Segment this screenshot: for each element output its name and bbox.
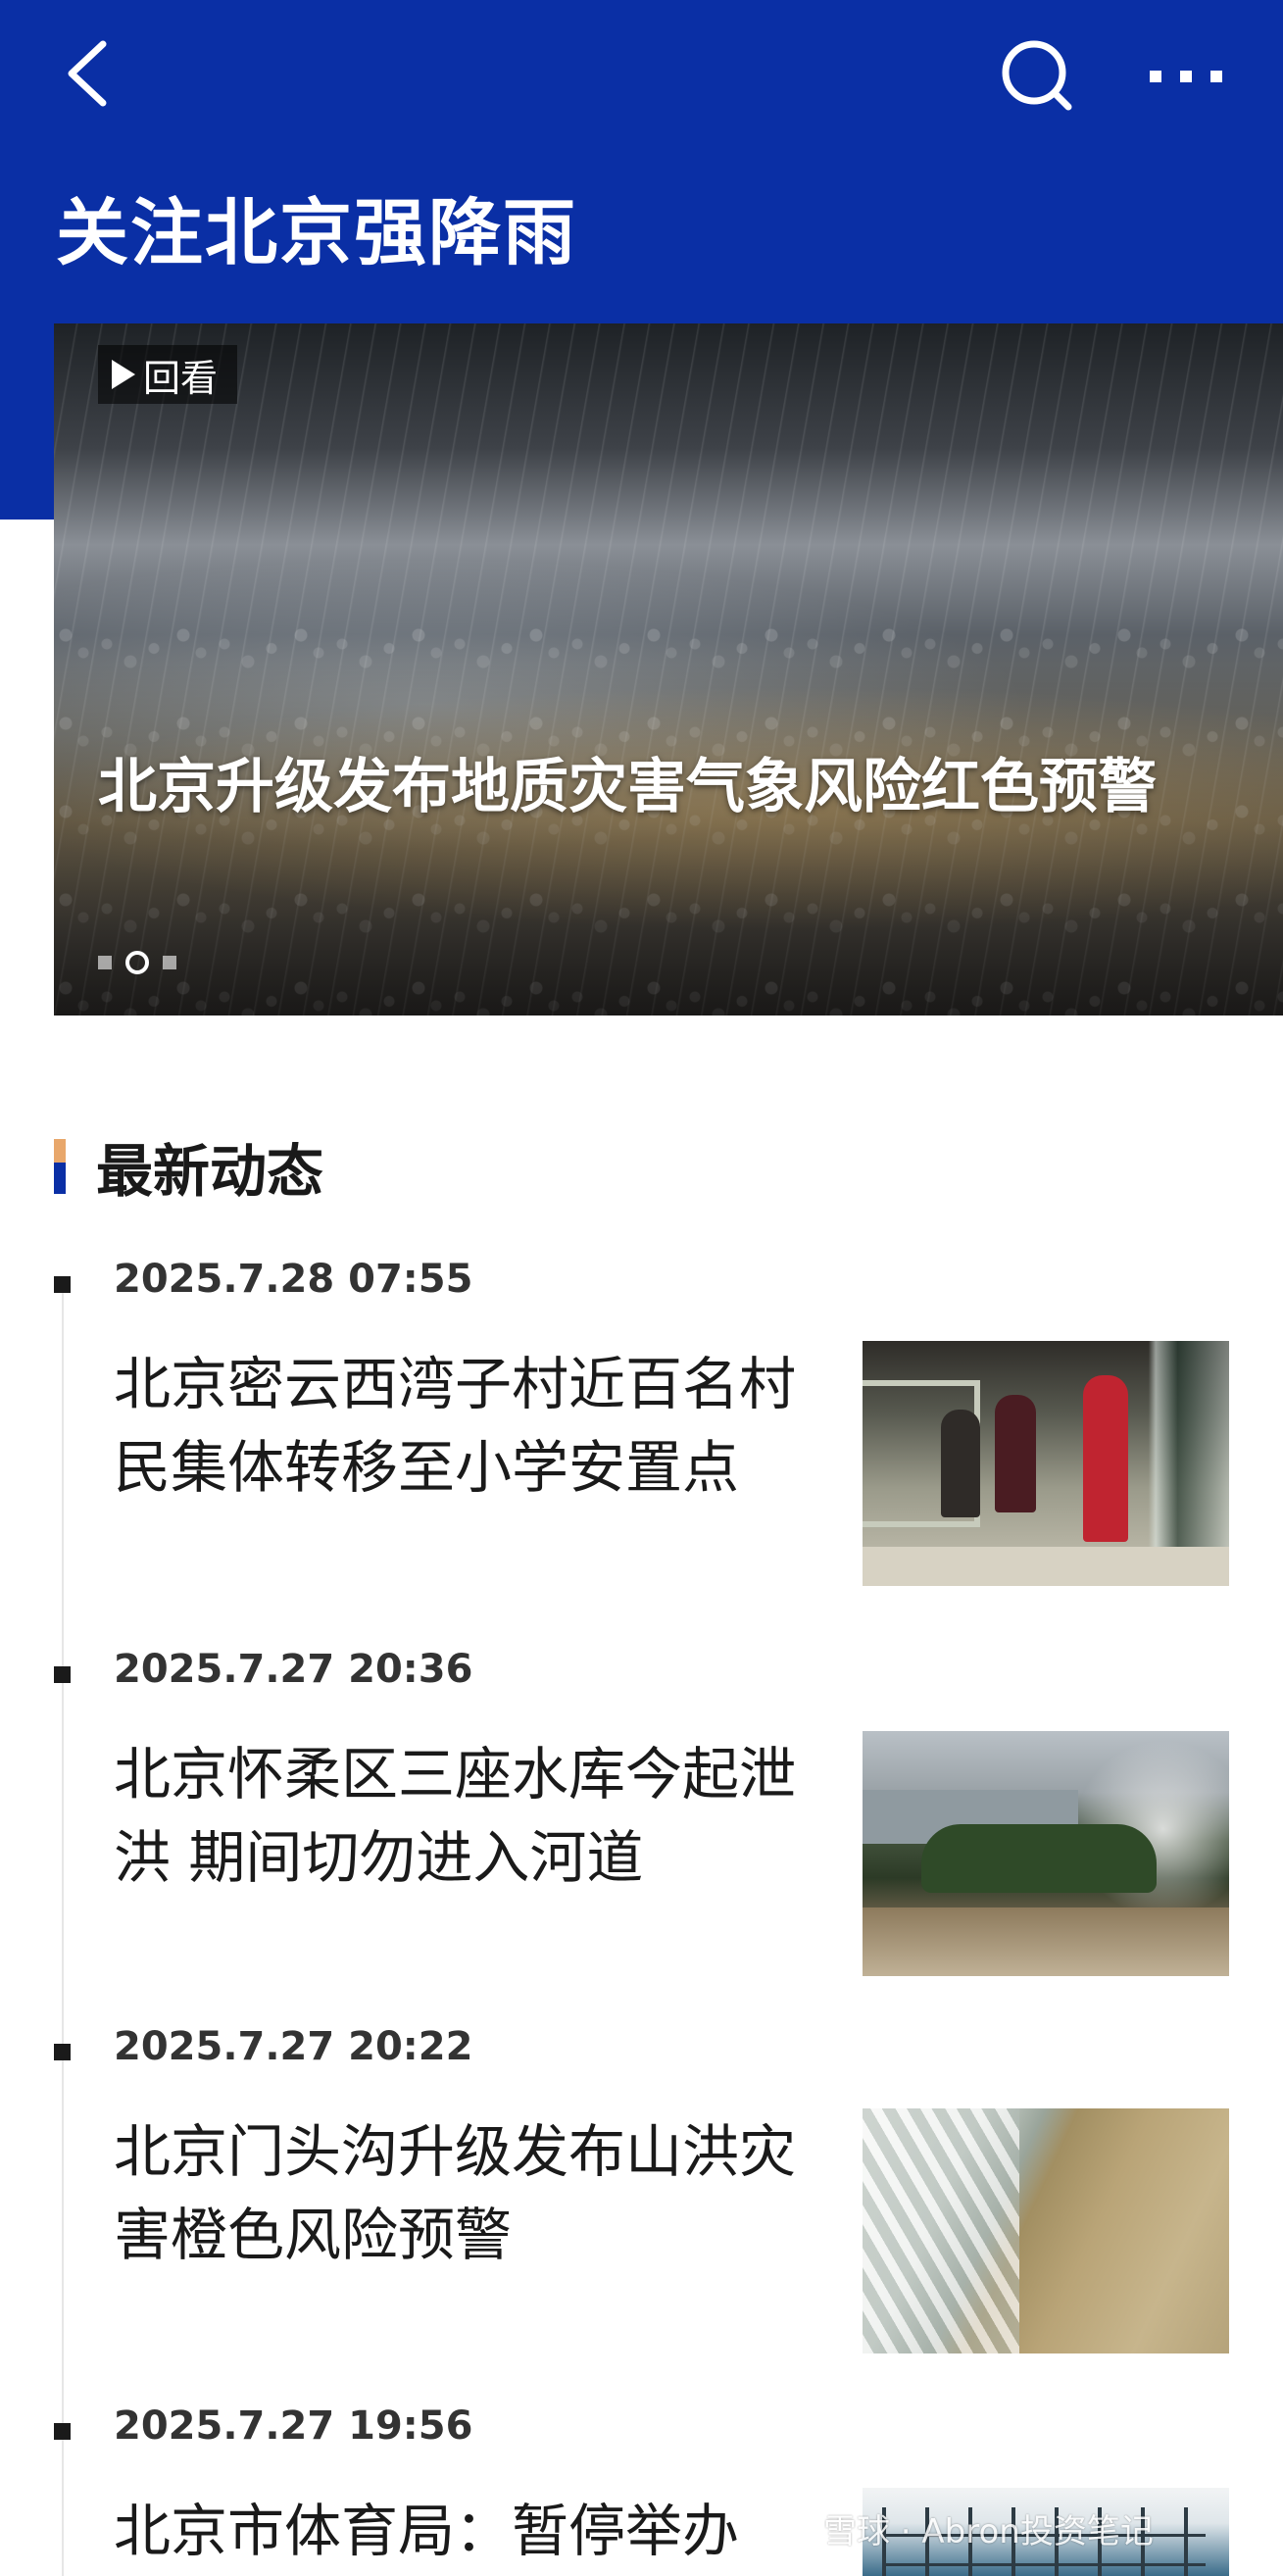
news-timestamp: 2025.7.27 20:22 <box>114 2024 473 2069</box>
timeline-bullet <box>54 2044 71 2060</box>
news-timestamp: 2025.7.28 07:55 <box>114 1257 473 1302</box>
news-thumbnail <box>863 2108 1229 2353</box>
hero-image-shade <box>54 663 1283 1016</box>
news-thumbnail <box>863 1731 1229 1976</box>
news-timestamp: 2025.7.27 20:36 <box>114 1647 473 1692</box>
carousel-dot[interactable] <box>98 956 112 969</box>
news-title: 北京门头沟升级发布山洪灾害橙色风险预警 <box>114 2118 797 2268</box>
more-button[interactable] <box>1142 49 1230 103</box>
watermark: 雪球 · Abron投资笔记 <box>823 2512 1154 2551</box>
page-title: 关注北京强降雨 <box>56 191 577 275</box>
news-thumbnail <box>863 1341 1229 1586</box>
carousel-indicators <box>98 951 176 974</box>
replay-label: 回看 <box>143 356 219 400</box>
news-timestamp: 2025.7.27 19:56 <box>114 2403 473 2449</box>
timeline-bullet <box>54 1276 71 1293</box>
carousel-dot-active[interactable] <box>125 951 149 974</box>
news-title: 北京市体育局：暂停举办 <box>114 2498 740 2564</box>
news-title: 北京密云西湾子村近百名村民集体转移至小学安置点 <box>114 1351 797 1501</box>
replay-badge[interactable]: 回看 <box>98 345 238 404</box>
hero-headline: 北京升级发布地质灾害气象风险红色预警 <box>98 753 1157 821</box>
top-navigation-bar <box>0 0 1283 157</box>
search-button[interactable] <box>998 36 1078 117</box>
hero-carousel[interactable]: 回看 北京升级发布地质灾害气象风险红色预警 <box>54 323 1283 1016</box>
news-item[interactable]: 2025.7.27 20:22 北京门头沟升级发布山洪灾害橙色风险预警 <box>0 2022 1283 2375</box>
play-icon <box>112 360 135 389</box>
chevron-left-icon <box>68 40 107 107</box>
news-item[interactable]: 2025.7.28 07:55 北京密云西湾子村近百名村民集体转移至小学安置点 <box>0 1255 1283 1608</box>
timeline-bullet <box>54 2423 71 2440</box>
section-title: 最新动态 <box>96 1138 324 1205</box>
news-title: 北京怀柔区三座水库今起泄洪 期间切勿进入河道 <box>114 1741 797 1891</box>
timeline-bullet <box>54 1666 71 1683</box>
search-icon <box>1002 40 1072 111</box>
news-item[interactable]: 2025.7.27 20:36 北京怀柔区三座水库今起泄洪 期间切勿进入河道 <box>0 1645 1283 1998</box>
more-horizontal-icon <box>1150 71 1222 82</box>
carousel-dot[interactable] <box>163 956 176 969</box>
section-marker <box>54 1139 66 1194</box>
back-button[interactable] <box>54 34 132 113</box>
